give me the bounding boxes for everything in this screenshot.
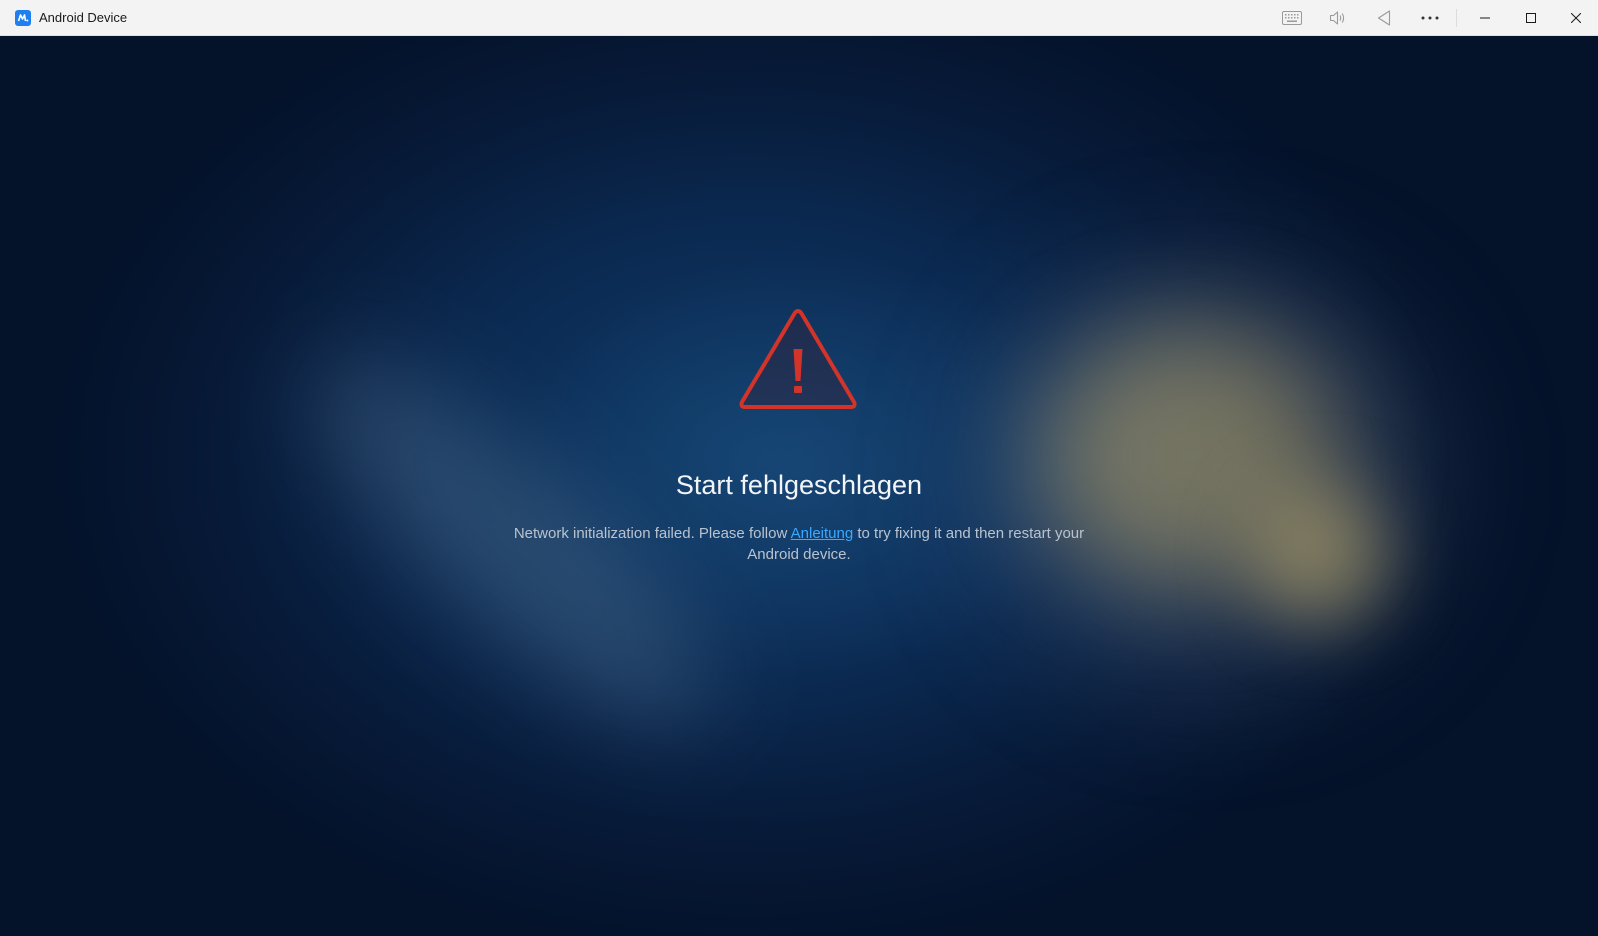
toolbar-divider [1456,9,1457,27]
guide-link[interactable]: Anleitung [791,525,854,542]
warning-triangle-icon [739,309,857,409]
window-title: Android Device [39,10,128,25]
background-gold-glow-small [1250,486,1390,626]
close-icon [1571,13,1581,23]
keyboard-button[interactable] [1276,0,1308,36]
volume-icon [1329,11,1345,25]
error-title: Start fehlgeschlagen [675,470,923,500]
minimize-icon [1480,17,1490,19]
title-bar: Android Device [0,0,1598,36]
back-icon [1377,10,1391,26]
keyboard-icon [1282,11,1302,25]
close-button[interactable] [1554,0,1598,36]
error-message: Network initialization failed. Please fo… [489,523,1109,565]
maximize-icon [1526,13,1536,23]
maximize-button[interactable] [1508,0,1554,36]
back-button[interactable] [1368,0,1400,36]
volume-button[interactable] [1322,0,1354,36]
app-window: Android Device Start fehlgeschlagen Netw… [0,0,1598,936]
minimize-button[interactable] [1462,0,1508,36]
app-logo-icon [15,10,31,26]
more-icon [1421,16,1439,20]
more-options-button[interactable] [1414,0,1446,36]
error-message-text: Network initialization failed. Please fo… [513,525,791,542]
